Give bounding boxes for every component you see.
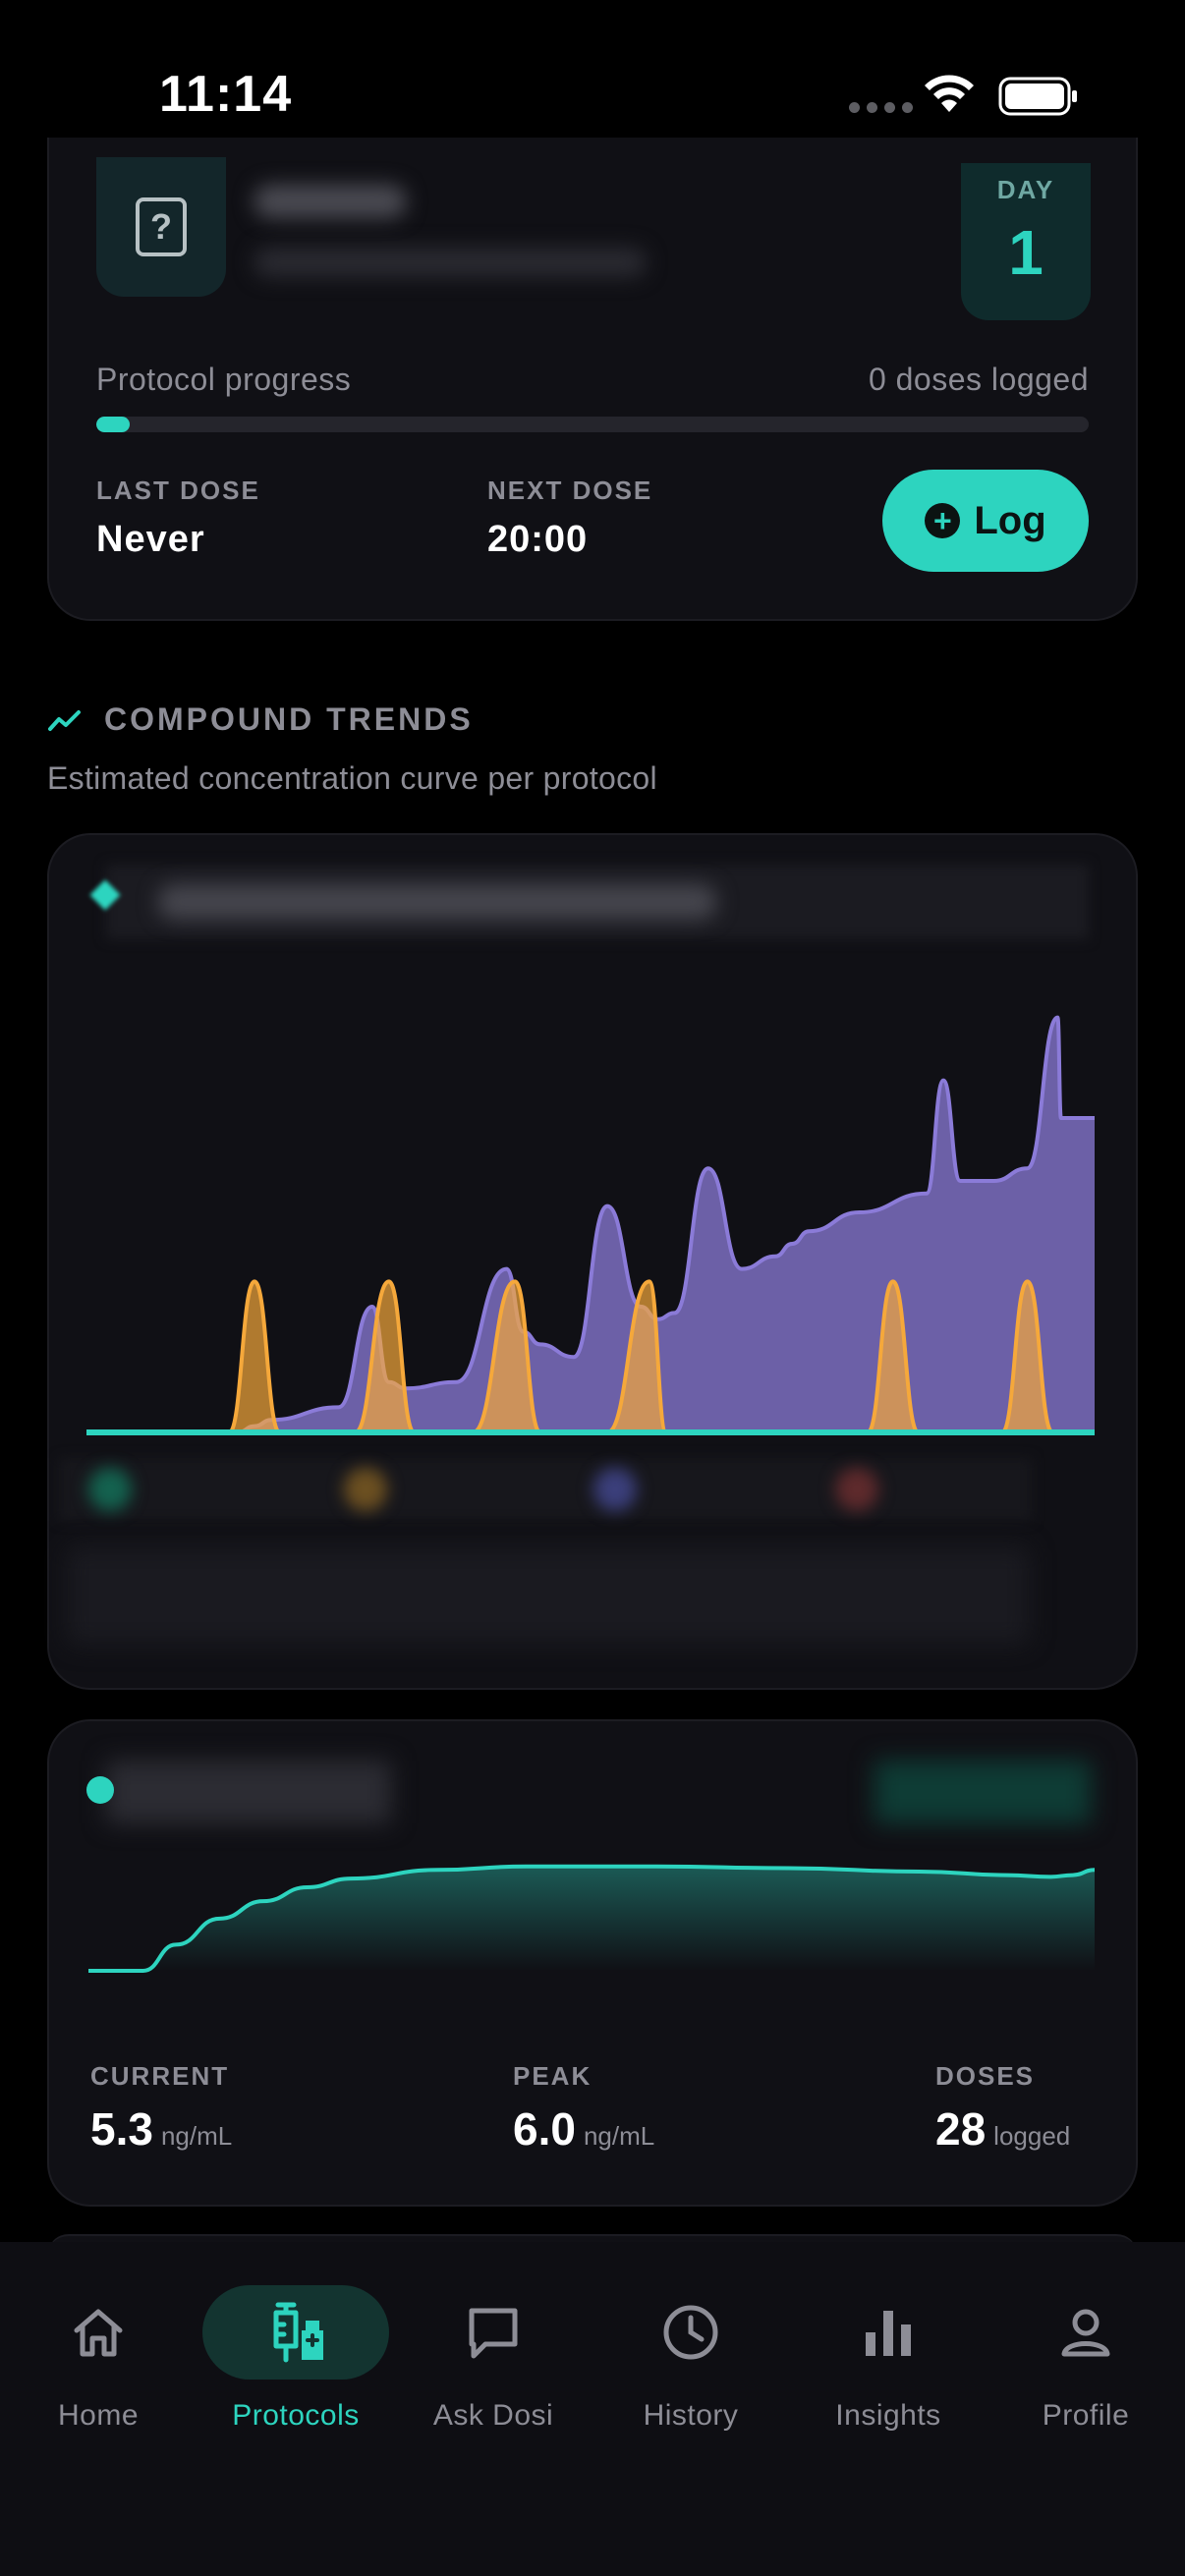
syringe-vials-icon [202,2285,389,2380]
day-number: 1 [1008,217,1044,288]
compound-color-dot [86,1776,114,1804]
doses-unit: logged [993,2121,1071,2151]
chart-footnote-redacted [67,1546,1030,1645]
question-mark-icon: ? [136,197,187,256]
cellular-signal-icon [849,102,913,113]
tab-history[interactable]: History [597,2285,784,2442]
tab-label: History [643,2399,739,2432]
log-button-label: Log [974,498,1046,542]
status-time: 11:14 [159,66,293,123]
protocol-name-redacted [254,185,407,218]
tab-home[interactable]: Home [5,2285,192,2442]
peak-label: PEAK [513,2061,592,2091]
section-title: COMPOUND TRENDS [104,701,474,737]
current-stat: 5.3 ng/mL [90,2102,232,2156]
progress-bar [96,417,1089,432]
compound-name-redacted [106,1761,391,1823]
tab-label: Protocols [232,2399,360,2432]
protocol-image-placeholder: ? [96,157,226,297]
home-icon [5,2285,192,2380]
legend-swatch-teal [88,1468,132,1511]
legend-swatch-orange [344,1468,387,1511]
section-subtitle: Estimated concentration curve per protoc… [47,760,657,796]
legend-swatch-purple [593,1468,637,1511]
last-dose-label: LAST DOSE [96,476,260,505]
chart-title-redacted [157,884,717,920]
tab-profile[interactable]: Profile [992,2285,1179,2442]
battery-icon [998,77,1077,116]
progress-fill [96,417,130,432]
doses-logged-count: 0 doses logged [868,362,1089,397]
log-dose-button[interactable]: + Log [882,470,1089,572]
wifi-icon [925,75,974,112]
current-unit: ng/mL [160,2121,233,2151]
tab-label: Profile [1042,2399,1130,2432]
tab-insights[interactable]: Insights [795,2285,982,2442]
protocol-detail-redacted [254,248,647,277]
current-label: CURRENT [90,2061,230,2091]
day-badge: DAY 1 [961,163,1091,320]
plus-circle-icon: + [925,503,961,538]
next-dose-value: 20:00 [487,519,589,560]
next-dose-label: NEXT DOSE [487,476,653,505]
chart-legend-redacted [59,1458,1032,1521]
doses-stat: 28 logged [935,2102,1070,2156]
peak-unit: ng/mL [583,2121,655,2151]
series-area-0 [88,1866,1095,1971]
progress-label: Protocol progress [96,362,352,397]
tab-label: Ask Dosi [432,2399,554,2432]
compound-status-pill-redacted [875,1761,1091,1823]
day-label: DAY [996,175,1055,204]
tab-label: Home [57,2399,140,2432]
last-dose-value: Never [96,519,205,560]
doses-label: DOSES [935,2061,1036,2091]
doses-value: 28 [935,2103,987,2155]
peak-value: 6.0 [513,2103,576,2155]
concentration-chart-2 [88,1864,1096,1973]
peak-stat: 6.0 ng/mL [513,2102,654,2156]
tab-label: Insights [835,2399,941,2432]
tab-protocols[interactable]: Protocols [202,2285,389,2442]
person-icon [992,2285,1179,2380]
current-value: 5.3 [90,2103,153,2155]
trend-line-icon [48,710,81,731]
bar-chart-icon [795,2285,982,2380]
legend-swatch-red [835,1468,878,1511]
chat-bubble-icon [400,2285,587,2380]
concentration-chart [86,1015,1095,1435]
tab-ask-dosi[interactable]: Ask Dosi [400,2285,587,2442]
clock-icon [597,2285,784,2380]
